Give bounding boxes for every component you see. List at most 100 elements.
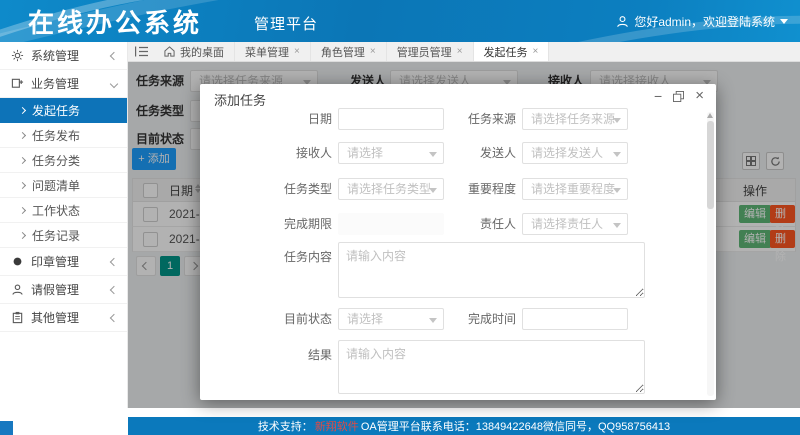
maximize-icon[interactable] bbox=[673, 91, 684, 102]
sidebar-item-label: 任务记录 bbox=[32, 227, 80, 244]
chevron-left-icon bbox=[110, 313, 118, 321]
tab-label: 我的桌面 bbox=[180, 44, 224, 60]
sidebar-item-initiate-task[interactable]: 发起任务 bbox=[0, 98, 127, 123]
deadline-field[interactable] bbox=[338, 213, 444, 235]
select-placeholder: 请选择 bbox=[347, 312, 383, 326]
page-bottom-gap bbox=[0, 408, 800, 417]
tab-close-icon[interactable]: × bbox=[294, 47, 300, 57]
tab-menu-mgmt[interactable]: 菜单管理 × bbox=[235, 42, 311, 61]
footer-prefix: 技术支持： bbox=[258, 418, 313, 434]
select-placeholder: 请选择任务来源 bbox=[531, 112, 615, 126]
sidebar-item-task-release[interactable]: 任务发布 bbox=[0, 123, 127, 148]
select-caret-icon bbox=[613, 188, 621, 193]
finish-time-input[interactable] bbox=[522, 308, 628, 330]
field-label-result: 结果 bbox=[256, 344, 332, 366]
field-label-type: 任务类型 bbox=[256, 178, 332, 200]
arrow-right-icon bbox=[19, 181, 26, 188]
seal-icon bbox=[10, 255, 24, 269]
sidebar-item-label: 任务分类 bbox=[32, 152, 80, 169]
scrollbar-thumb[interactable] bbox=[707, 121, 714, 209]
close-icon[interactable]: × bbox=[695, 89, 704, 103]
sidebar-item-label: 系统管理 bbox=[31, 47, 79, 64]
owner-select[interactable]: 请选择责任人 bbox=[522, 213, 628, 235]
arrow-right-icon bbox=[19, 206, 26, 213]
arrow-right-icon bbox=[19, 231, 26, 238]
select-caret-icon bbox=[613, 223, 621, 228]
menu-fold-icon[interactable] bbox=[128, 42, 154, 61]
bottom-left-accent bbox=[0, 421, 13, 435]
sidebar-item-label: 业务管理 bbox=[31, 75, 79, 92]
modal-window-controls: − × bbox=[654, 89, 704, 103]
tab-label: 管理员管理 bbox=[397, 44, 452, 60]
receiver-select[interactable]: 请选择 bbox=[338, 142, 444, 164]
task-content-textarea[interactable] bbox=[338, 242, 645, 298]
select-caret-icon bbox=[429, 152, 437, 157]
select-caret-icon bbox=[429, 318, 437, 323]
tab-bar: 我的桌面 菜单管理 × 角色管理 × 管理员管理 × 发起任务 × bbox=[128, 42, 800, 62]
person-icon bbox=[10, 283, 24, 297]
tab-role-mgmt[interactable]: 角色管理 × bbox=[311, 42, 387, 61]
tab-label: 发起任务 bbox=[484, 44, 528, 60]
sidebar-item-label: 印章管理 bbox=[31, 253, 79, 270]
user-icon bbox=[616, 15, 629, 28]
arrow-right-icon bbox=[19, 156, 26, 163]
select-caret-icon bbox=[613, 152, 621, 157]
sidebar-item-leave-mgmt[interactable]: 请假管理 bbox=[0, 276, 127, 304]
tab-close-icon[interactable]: × bbox=[533, 47, 539, 57]
sidebar-item-task-category[interactable]: 任务分类 bbox=[0, 148, 127, 173]
sidebar-item-label: 请假管理 bbox=[31, 281, 79, 298]
user-menu-caret-icon bbox=[780, 19, 788, 24]
status-select[interactable]: 请选择 bbox=[338, 308, 444, 330]
sidebar-item-seal-mgmt[interactable]: 印章管理 bbox=[0, 248, 127, 276]
sidebar-item-label: 任务发布 bbox=[32, 127, 80, 144]
type-select[interactable]: 请选择任务类型 bbox=[338, 178, 444, 200]
field-label-importance: 重要程度 bbox=[440, 178, 516, 200]
tab-label: 角色管理 bbox=[321, 44, 365, 60]
sidebar-item-issue-list[interactable]: 问题清单 bbox=[0, 173, 127, 198]
select-caret-icon bbox=[429, 188, 437, 193]
field-label-finish-time: 完成时间 bbox=[440, 308, 516, 330]
scrollbar-up-icon[interactable] bbox=[707, 113, 713, 118]
result-textarea[interactable] bbox=[338, 340, 645, 394]
home-icon bbox=[164, 46, 175, 57]
select-placeholder: 请选择发送人 bbox=[531, 146, 603, 160]
select-placeholder: 请选择任务类型 bbox=[347, 182, 431, 196]
tab-close-icon[interactable]: × bbox=[457, 47, 463, 57]
chevron-left-icon bbox=[110, 257, 118, 265]
field-label-receiver: 接收人 bbox=[256, 142, 332, 164]
sender-select[interactable]: 请选择发送人 bbox=[522, 142, 628, 164]
modal-title: 添加任务 bbox=[214, 90, 266, 109]
modal-scrollbar[interactable] bbox=[707, 112, 714, 396]
platform-subtitle: 管理平台 bbox=[254, 13, 318, 34]
field-label-date: 日期 bbox=[256, 108, 332, 130]
user-menu[interactable]: 您好admin，欢迎登陆系统 bbox=[616, 13, 788, 29]
sidebar-item-work-status[interactable]: 工作状态 bbox=[0, 198, 127, 223]
source-select[interactable]: 请选择任务来源 bbox=[522, 108, 628, 130]
field-label-content: 任务内容 bbox=[256, 246, 332, 268]
tab-my-desktop[interactable]: 我的桌面 bbox=[154, 42, 235, 61]
tab-initiate-task[interactable]: 发起任务 × bbox=[474, 42, 550, 61]
footer-contact: OA管理平台联系电话：13849422648微信同号，QQ958756413 bbox=[361, 418, 670, 434]
sidebar-item-other-mgmt[interactable]: 其他管理 bbox=[0, 304, 127, 332]
add-task-modal: 添加任务 − × 日期 任务来源 请选择任务来源 接收人 请选择 发送人 请选择… bbox=[200, 84, 716, 400]
sidebar-item-task-record[interactable]: 任务记录 bbox=[0, 223, 127, 248]
sidebar-item-label: 工作状态 bbox=[32, 202, 80, 219]
tab-admin-mgmt[interactable]: 管理员管理 × bbox=[387, 42, 474, 61]
footer-vendor: 新翔软件 bbox=[315, 418, 359, 434]
sidebar-item-business-mgmt[interactable]: 业务管理 bbox=[0, 70, 127, 98]
importance-select[interactable]: 请选择重要程度 bbox=[522, 178, 628, 200]
tab-close-icon[interactable]: × bbox=[370, 47, 376, 57]
field-label-sender: 发送人 bbox=[440, 142, 516, 164]
field-label-owner: 责任人 bbox=[440, 213, 516, 235]
modules-icon bbox=[10, 77, 24, 91]
select-placeholder: 请选择 bbox=[347, 146, 383, 160]
minimize-icon[interactable]: − bbox=[654, 89, 662, 103]
chevron-down-icon bbox=[110, 79, 118, 87]
chevron-left-icon bbox=[110, 51, 118, 59]
app-logo: 在线办公系统 bbox=[28, 3, 202, 40]
sidebar-item-system-mgmt[interactable]: 系统管理 bbox=[0, 42, 127, 70]
select-placeholder: 请选择重要程度 bbox=[531, 182, 615, 196]
gear-icon bbox=[10, 49, 24, 63]
select-caret-icon bbox=[613, 118, 621, 123]
date-input[interactable] bbox=[338, 108, 444, 130]
